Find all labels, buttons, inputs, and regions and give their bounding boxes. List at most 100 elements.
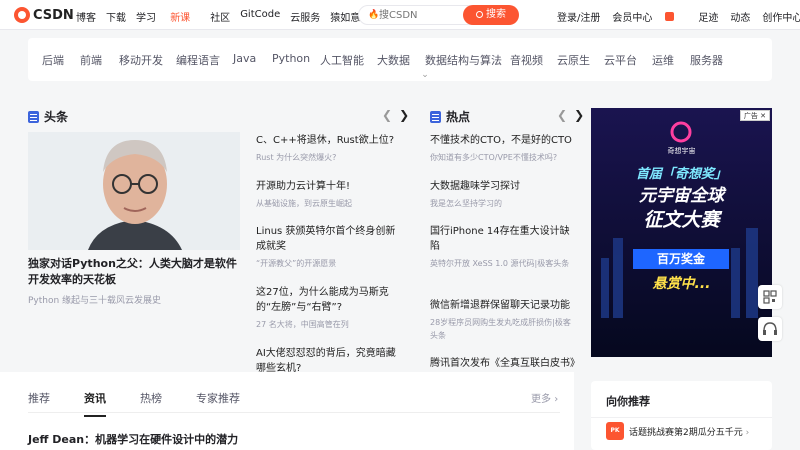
headline-item-sub: 从基础设施，到云原生崛起 <box>256 199 352 208</box>
portrait-photo <box>28 132 240 250</box>
footprint-link[interactable]: 足迹 <box>698 9 718 25</box>
vip-center-link[interactable]: 会员中心 <box>612 9 686 25</box>
hero-headline[interactable]: 独家对话Python之父：人类大脑才是软件开发效率的天花板 <box>28 256 242 288</box>
csdn-logo-icon <box>14 7 30 23</box>
hero-subtitle: Python 缘起与三十载风云发展史 <box>28 296 162 306</box>
floating-tools <box>758 285 782 349</box>
ad-brand: 奇想宇宙 <box>667 147 696 155</box>
category-item[interactable]: 云平台 <box>604 52 637 68</box>
headlines-title: 头条 <box>28 108 68 125</box>
chevron-left-icon[interactable]: ❮ <box>382 108 392 122</box>
category-item[interactable]: 数据结构与算法 <box>425 52 502 68</box>
ad-line-1: 首届「奇想奖」 <box>635 167 727 182</box>
login-link[interactable]: 登录/注册 <box>557 9 600 25</box>
flame-icon: 🔥 <box>368 10 380 20</box>
more-label: 更多 <box>531 394 551 405</box>
category-item[interactable]: Java <box>233 52 256 65</box>
new-course-badge: 新课 <box>170 13 191 24</box>
logo-text: CSDN <box>33 7 74 23</box>
headline-icon <box>28 110 39 123</box>
qr-code-icon <box>763 290 777 304</box>
category-bar: 后端 前端 移动开发 编程语言 Java Python 人工智能 大数据 数据结… <box>28 38 772 81</box>
hot-item[interactable]: 大数据趣味学习探讨 <box>430 179 578 194</box>
tab-expert[interactable]: 专家推荐 <box>196 390 240 406</box>
search-icon <box>476 11 483 18</box>
tab-news[interactable]: 资讯 <box>84 390 106 417</box>
category-item[interactable]: 后端 <box>42 52 64 68</box>
category-item[interactable]: 云原生 <box>557 52 590 68</box>
hot-item-sub: 28岁程序员网购生发丸吃成肝损伤|极客头条 <box>430 318 571 340</box>
category-item[interactable]: 编程语言 <box>176 52 220 68</box>
nav-community[interactable]: 社区 <box>210 9 230 24</box>
nav-gitcode[interactable]: GitCode <box>240 9 280 24</box>
feed-tabs: 推荐 资讯 热榜 专家推荐 <box>28 390 274 417</box>
category-item[interactable]: 大数据 <box>377 52 410 68</box>
divider <box>28 412 560 413</box>
more-link[interactable]: 更多 › <box>531 390 558 405</box>
feed-article-title[interactable]: Jeff Dean：机器学习在硬件设计中的潜力 <box>28 431 238 447</box>
chevron-right-icon: › <box>554 394 559 405</box>
activity-link[interactable]: 动态 <box>730 9 750 25</box>
qr-code-button[interactable] <box>758 285 782 309</box>
nav-cloud[interactable]: 云服务 <box>290 9 320 24</box>
ad-tag-label: 广告 <box>743 112 758 120</box>
chevron-right-icon[interactable]: ❯ <box>574 108 584 122</box>
hot-item-sub: 英特尔开放 XeSS 1.0 源代码|极客头条 <box>430 259 570 268</box>
hot-item[interactable]: 不懂技术的CTO，不是好的CTO <box>430 133 578 148</box>
ad-line-5: 悬赏中... <box>652 276 711 292</box>
ad-line-2: 元宇宙全球 <box>639 186 724 206</box>
customer-service-button[interactable] <box>758 317 782 341</box>
creator-center-link[interactable]: 创作中心新 <box>762 9 800 25</box>
chevron-left-icon[interactable]: ❮ <box>557 108 567 122</box>
csdn-logo[interactable]: CSDN <box>14 7 74 23</box>
category-item[interactable]: 运维 <box>652 52 674 68</box>
nav-learn[interactable]: 学习 新课 <box>136 9 200 24</box>
headline-item[interactable]: 这27位，为什么能成为马斯克的“左膀”与“右臂”? <box>256 285 404 315</box>
category-item[interactable]: 音视频 <box>510 52 543 68</box>
hot-title-text: 热点 <box>446 110 471 124</box>
search-box: 🔥 搜索 <box>358 5 519 25</box>
pk-icon: PK <box>606 422 624 440</box>
divider <box>591 417 772 418</box>
tab-hot-list[interactable]: 热榜 <box>140 390 162 406</box>
ad-close-tag[interactable]: 广告 ✕ <box>739 110 770 121</box>
hot-item-sub: 我是怎么坚持学习的 <box>430 199 502 208</box>
ad-banner[interactable]: 奇想宇宙 首届「奇想奖」 元宇宙全球 征文大赛 百万奖金 悬赏中... 广告 ✕ <box>591 108 772 357</box>
hot-pager: ❮ ❯ <box>557 108 584 122</box>
recommend-title: 向你推荐 <box>606 395 650 408</box>
category-item[interactable]: Python <box>272 52 310 65</box>
search-input[interactable] <box>379 8 459 22</box>
category-item[interactable]: 服务器 <box>690 52 723 68</box>
category-item[interactable]: 人工智能 <box>320 52 364 68</box>
headlines-title-text: 头条 <box>44 110 69 124</box>
main-nav: 博客 下载 学习 新课 社区 GitCode 云服务 猿如意 <box>76 9 370 24</box>
ad-line-4: 百万奖金 <box>633 249 729 269</box>
top-navbar: CSDN 博客 下载 学习 新课 社区 GitCode 云服务 猿如意 🔥 搜索… <box>0 0 800 30</box>
creator-center-label: 创作中心 <box>762 13 800 24</box>
nav-download[interactable]: 下载 <box>106 9 126 24</box>
chevron-right-icon[interactable]: ❯ <box>399 108 409 122</box>
headline-item[interactable]: 开源助力云计算十年! <box>256 179 401 194</box>
hot-item[interactable]: 国行iPhone 14存在重大设计缺陷 <box>430 224 576 254</box>
feed-panel: 推荐 资讯 热榜 专家推荐 更多 › Jeff Dean：机器学习在硬件设计中的… <box>0 372 574 450</box>
search-button[interactable]: 搜索 <box>463 5 519 25</box>
headline-item[interactable]: Linus 获颁英特尔首个终身创新成就奖 <box>256 224 401 254</box>
category-item[interactable]: 移动开发 <box>119 52 163 68</box>
hero-image[interactable] <box>28 132 240 250</box>
headset-icon <box>763 322 777 335</box>
user-nav: 登录/注册 会员中心 足迹 动态 创作中心新 <box>557 9 800 25</box>
headline-item[interactable]: AI大佬怼怼怼的背后，究竟暗藏哪些玄机? <box>256 346 401 372</box>
nav-yuanruyi[interactable]: 猿如意 <box>330 9 360 24</box>
tab-recommend[interactable]: 推荐 <box>28 390 50 406</box>
recommend-panel: 向你推荐 PK 话题挑战赛第2期瓜分五千元 › <box>591 381 772 450</box>
headline-item-sub: “开源教父”的开源愿景 <box>256 259 337 268</box>
category-item[interactable]: 前端 <box>80 52 102 68</box>
vip-center-label: 会员中心 <box>612 13 653 24</box>
hot-icon <box>430 110 441 123</box>
recommend-item[interactable]: 话题挑战赛第2期瓜分五千元 › <box>629 425 749 438</box>
nav-blog[interactable]: 博客 <box>76 9 96 24</box>
ad-line-3: 征文大赛 <box>643 209 720 231</box>
headline-item[interactable]: C、C++将退休，Rust欲上位? <box>256 133 401 148</box>
chevron-down-icon[interactable]: ⌄ <box>419 71 431 80</box>
hot-item[interactable]: 微信新增退群保留聊天记录功能 <box>430 298 578 313</box>
